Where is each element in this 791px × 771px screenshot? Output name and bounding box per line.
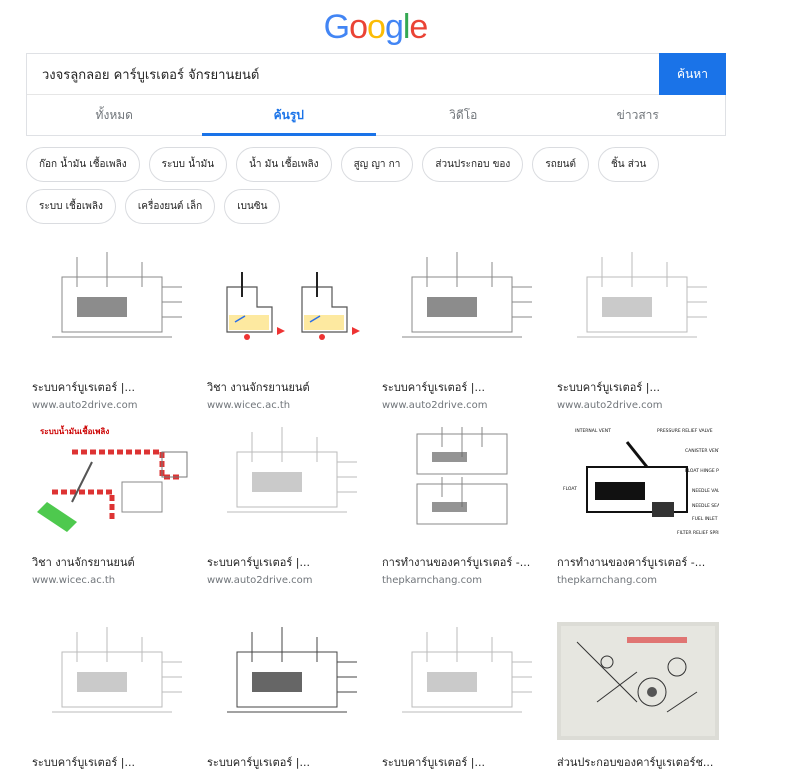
tab-1[interactable]: ค้นรูป (201, 95, 377, 136)
image-result[interactable]: ระบบคาร์บูเรเตอร์ |... (32, 622, 194, 771)
svg-text:FUEL INLET FILTER: FUEL INLET FILTER (692, 516, 719, 522)
result-thumbnail[interactable] (32, 622, 194, 740)
related-chip[interactable]: ก๊อก น้ำมัน เชื้อเพลิง (26, 147, 140, 182)
result-thumbnail[interactable]: INTERNAL VENT PRESSURE RELIEF VALVE CANI… (557, 422, 719, 540)
related-chip[interactable]: เบนซิน (224, 189, 281, 224)
image-result[interactable]: ระบบคาร์บูเรเตอร์ |... www.auto2drive.com (207, 422, 369, 586)
result-title[interactable]: การทำงานของคาร์บูเรเตอร์ -... (382, 553, 544, 571)
search-box: ค้นหา ทั้งหมดค้นรูปวิดีโอข่าวสาร (26, 53, 726, 136)
image-result[interactable]: ระบบคาร์บูเรเตอร์ |... (207, 622, 369, 771)
related-chip[interactable]: รถยนต์ (532, 147, 589, 182)
related-chip[interactable]: สูญ ญา กา (340, 147, 414, 182)
result-thumbnail[interactable] (557, 622, 719, 740)
result-thumbnail[interactable] (207, 247, 369, 365)
result-site: www.auto2drive.com (207, 575, 313, 586)
svg-text:ระบบน้ำมันเชื้อเพลิง: ระบบน้ำมันเชื้อเพลิง (40, 425, 109, 436)
svg-text:PRESSURE RELIEF VALVE: PRESSURE RELIEF VALVE (657, 428, 713, 434)
result-title[interactable]: ระบบคาร์บูเรเตอร์ |... (557, 378, 719, 396)
image-result[interactable]: ระบบคาร์บูเรเตอร์ |... (382, 622, 544, 771)
result-title[interactable]: ระบบคาร์บูเรเตอร์ |... (32, 378, 194, 396)
result-title[interactable]: ระบบคาร์บูเรเตอร์ |... (207, 553, 369, 571)
svg-text:NEEDLE VALVE: NEEDLE VALVE (692, 488, 719, 494)
svg-text:NEEDLE SEAT: NEEDLE SEAT (692, 503, 719, 509)
logo-letter: o (349, 8, 368, 46)
result-site: www.auto2drive.com (557, 400, 663, 411)
result-site: www.auto2drive.com (382, 400, 488, 411)
result-thumbnail[interactable]: ระบบน้ำมันเชื้อเพลิง (32, 422, 194, 540)
image-result[interactable]: INTERNAL VENT PRESSURE RELIEF VALVE CANI… (557, 422, 719, 586)
search-input[interactable] (27, 54, 659, 95)
tab-3[interactable]: ข่าวสาร (551, 95, 726, 136)
result-title[interactable]: การทำงานของคาร์บูเรเตอร์ -... (557, 553, 719, 571)
result-title[interactable]: ระบบคาร์บูเรเตอร์ |... (382, 753, 544, 771)
result-title[interactable]: วิชา งานจักรยานยนต์ (32, 553, 194, 571)
result-title[interactable]: ระบบคาร์บูเรเตอร์ |... (32, 753, 194, 771)
result-thumbnail[interactable] (382, 422, 544, 540)
related-chips: ก๊อก น้ำมัน เชื้อเพลิง ระบบ น้ำมัน น้ำ มัน… (26, 147, 726, 231)
result-thumbnail[interactable] (382, 247, 544, 365)
logo-letter: G (323, 8, 350, 46)
svg-text:FLOAT HINGE PIN: FLOAT HINGE PIN (685, 468, 719, 474)
image-result[interactable]: วิชา งานจักรยานยนต์ www.wicec.ac.th (207, 247, 369, 411)
image-result[interactable]: ระบบคาร์บูเรเตอร์ |... www.auto2drive.com (32, 247, 194, 411)
image-result[interactable]: ระบบน้ำมันเชื้อเพลิง วิชา งานจักรยานยนต์… (32, 422, 194, 586)
tab-2[interactable]: วิดีโอ (376, 95, 551, 136)
svg-text:FILTER RELIEF SPRING: FILTER RELIEF SPRING (677, 530, 719, 536)
result-title[interactable]: วิชา งานจักรยานยนต์ (207, 378, 369, 396)
result-title[interactable]: ส่วนประกอบของคาร์บูเรเตอร์ช... (557, 753, 719, 771)
result-site: www.auto2drive.com (32, 400, 138, 411)
result-site: www.wicec.ac.th (207, 400, 291, 411)
related-chip[interactable]: น้ำ มัน เชื้อเพลิง (236, 147, 332, 182)
google-logo: Google (0, 8, 751, 47)
image-result[interactable]: ระบบคาร์บูเรเตอร์ |... www.auto2drive.com (382, 247, 544, 411)
related-chip[interactable]: ชิ้น ส่วน (597, 147, 660, 182)
image-result[interactable]: การทำงานของคาร์บูเรเตอร์ -... thepkarncha… (382, 422, 544, 586)
search-row: ค้นหา (27, 53, 726, 95)
search-button[interactable]: ค้นหา (659, 53, 726, 95)
result-site: www.wicec.ac.th (32, 575, 116, 586)
related-chip[interactable]: เครื่องยนต์ เล็ก (124, 189, 216, 224)
result-thumbnail[interactable] (32, 247, 194, 365)
svg-text:INTERNAL VENT: INTERNAL VENT (575, 428, 611, 434)
result-site: thepkarnchang.com (382, 575, 482, 586)
result-thumbnail[interactable] (557, 247, 719, 365)
image-result[interactable]: ระบบคาร์บูเรเตอร์ |... www.auto2drive.com (557, 247, 719, 411)
search-tabs: ทั้งหมด ค้นรูป วิดีโอ ข่าวสาร (27, 95, 725, 136)
logo-letter: o (367, 8, 386, 46)
related-chip[interactable]: ระบบ เชื้อเพลิง (26, 189, 116, 224)
related-chip[interactable]: ระบบ น้ำมัน (148, 147, 228, 182)
related-chip[interactable]: ส่วนประกอบ ของ (422, 147, 524, 182)
result-title[interactable]: ระบบคาร์บูเรเตอร์ |... (382, 378, 544, 396)
svg-text:CANISTER VENT HOLE: CANISTER VENT HOLE (685, 448, 719, 454)
result-thumbnail[interactable] (207, 422, 369, 540)
image-result[interactable]: ส่วนประกอบของคาร์บูเรเตอร์ช... (557, 622, 719, 771)
svg-text:FLOAT: FLOAT (563, 486, 577, 492)
result-thumbnail[interactable] (382, 622, 544, 740)
result-title[interactable]: ระบบคาร์บูเรเตอร์ |... (207, 753, 369, 771)
logo-letter: e (409, 8, 428, 46)
result-site: thepkarnchang.com (557, 575, 657, 586)
logo-letter: g (384, 8, 404, 46)
result-thumbnail[interactable] (207, 622, 369, 740)
tab-0[interactable]: ทั้งหมด (27, 95, 202, 136)
